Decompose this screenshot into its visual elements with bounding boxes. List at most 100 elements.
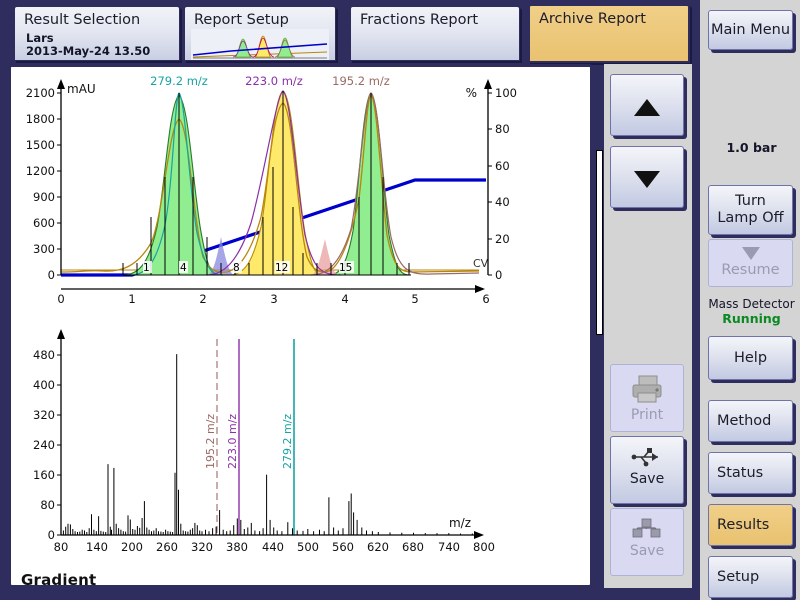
svg-text:260: 260 [156, 540, 178, 554]
svg-text:0: 0 [495, 268, 502, 282]
tab-report-setup-label: Report Setup [194, 12, 289, 28]
application-window: Result Selection Lars 2013-May-24 13.50 … [0, 0, 800, 600]
svg-text:2: 2 [199, 292, 206, 306]
svg-text:80: 80 [495, 122, 510, 136]
tab-result-selection-user: Lars [26, 31, 54, 45]
svg-text:1: 1 [143, 262, 150, 274]
pressure-readout: 1.0 bar [700, 140, 800, 155]
svg-text:5: 5 [411, 292, 418, 306]
svg-text:0: 0 [57, 292, 64, 306]
cv-axis-label: CV [473, 257, 489, 270]
svg-text:400: 400 [33, 378, 55, 392]
sidebar-item-help[interactable]: Help [708, 336, 793, 380]
svg-text:320: 320 [33, 408, 55, 422]
print-button-label: Print [611, 407, 683, 423]
turn-lamp-off-line1: Turn [735, 193, 766, 209]
svg-text:6: 6 [482, 292, 489, 306]
tab-report-setup[interactable]: Report Setup [184, 6, 336, 61]
tab-result-selection-timestamp: 2013-May-24 13.50 [26, 44, 150, 58]
save-usb-button-label: Save [611, 471, 683, 487]
turn-lamp-off-label: Turn Lamp Off [717, 193, 783, 226]
svg-text:900: 900 [33, 190, 55, 204]
svg-text:740: 740 [438, 540, 460, 554]
tab-archive-report[interactable]: Archive Report [528, 4, 690, 63]
scroll-down-button[interactable] [610, 146, 684, 208]
svg-text:200: 200 [121, 540, 143, 554]
chromatogram-thumbnail-icon [191, 29, 329, 60]
sidebar-item-setup-label: Setup [717, 569, 759, 586]
sidebar-item-results-label: Results [717, 517, 769, 534]
chromatogram-chart[interactable]: CV [11, 67, 590, 319]
svg-text:1200: 1200 [26, 164, 55, 178]
main-menu-button[interactable]: Main Menu [708, 10, 793, 50]
gradient-section-label: Gradient [21, 571, 96, 588]
resume-button: Resume [708, 239, 793, 287]
svg-text:480: 480 [33, 348, 55, 362]
network-icon [630, 517, 664, 541]
svg-text:300: 300 [33, 242, 55, 256]
annotation-mz-223: 223.0 m/z [245, 74, 303, 88]
svg-text:620: 620 [367, 540, 389, 554]
content-scrollbar[interactable] [596, 150, 603, 335]
svg-text:60: 60 [495, 159, 510, 173]
svg-text:500: 500 [297, 540, 319, 554]
print-button: Print [610, 364, 684, 432]
marker-label-223: 223.0 m/z [226, 414, 239, 469]
annotation-mz-195: 195.2 m/z [332, 74, 390, 88]
svg-text:320: 320 [191, 540, 213, 554]
svg-text:1: 1 [128, 292, 135, 306]
sidebar-item-results[interactable]: Results [708, 504, 793, 546]
svg-text:3: 3 [270, 292, 277, 306]
main-menu-label: Main Menu [711, 22, 790, 39]
sidebar-item-method-label: Method [717, 413, 771, 430]
sidebar-item-help-label: Help [734, 350, 767, 367]
save-network-button: Save [610, 508, 684, 576]
report-content-panel[interactable]: CV [8, 64, 593, 588]
annotation-mz-279: 279.2 m/z [150, 74, 208, 88]
svg-text:80: 80 [40, 498, 55, 512]
tab-result-selection[interactable]: Result Selection Lars 2013-May-24 13.50 [14, 6, 180, 61]
svg-text:1800: 1800 [26, 112, 55, 126]
tab-fractions-report-label: Fractions Report [360, 12, 478, 28]
chromatogram-y-axis-label: mAU [67, 82, 96, 96]
svg-text:380: 380 [226, 540, 248, 554]
svg-text:80: 80 [54, 540, 69, 554]
save-usb-button[interactable]: Save [610, 436, 684, 504]
sidebar-item-status-label: Status [717, 465, 763, 482]
svg-text:800: 800 [473, 540, 495, 554]
svg-text:240: 240 [33, 438, 55, 452]
usb-icon [630, 445, 664, 469]
marker-label-195: 195.2 m/z [204, 414, 217, 469]
svg-text:4: 4 [180, 262, 187, 274]
svg-text:600: 600 [33, 216, 55, 230]
svg-text:1500: 1500 [26, 138, 55, 152]
sidebar-item-method[interactable]: Method [708, 400, 793, 442]
svg-text:20: 20 [495, 232, 510, 246]
play-icon [742, 247, 760, 260]
mass-detector-title: Mass Detector [700, 297, 800, 311]
tab-strip: Result Selection Lars 2013-May-24 13.50 … [0, 0, 697, 63]
chromatogram-y2-axis-label: % [466, 86, 477, 100]
svg-text:2100: 2100 [26, 86, 55, 100]
mass-spectrum-chart[interactable]: 195.2 m/z 223.0 m/z 279.2 m/z 0 80 160 2… [11, 319, 590, 567]
save-network-button-label: Save [611, 543, 683, 559]
tab-result-selection-label: Result Selection [24, 12, 140, 28]
tab-fractions-report[interactable]: Fractions Report [350, 6, 520, 61]
spectrum-x-axis-label: m/z [449, 516, 471, 530]
marker-label-279: 279.2 m/z [281, 414, 294, 469]
turn-lamp-off-button[interactable]: Turn Lamp Off [708, 185, 793, 235]
svg-text:0: 0 [48, 268, 55, 282]
svg-text:160: 160 [33, 468, 55, 482]
scroll-up-button[interactable] [610, 74, 684, 136]
tab-archive-report-label: Archive Report [539, 11, 646, 27]
main-region: Result Selection Lars 2013-May-24 13.50 … [0, 0, 697, 600]
right-sidebar: Main Menu 1.0 bar Turn Lamp Off Resume M… [697, 0, 800, 600]
svg-text:560: 560 [332, 540, 354, 554]
sidebar-item-status[interactable]: Status [708, 452, 793, 494]
svg-text:140: 140 [86, 540, 108, 554]
printer-icon [627, 373, 667, 405]
sidebar-item-setup[interactable]: Setup [708, 556, 793, 598]
turn-lamp-off-line2: Lamp Off [717, 210, 783, 226]
svg-text:100: 100 [495, 86, 517, 100]
mass-detector-status: Running [700, 311, 800, 326]
